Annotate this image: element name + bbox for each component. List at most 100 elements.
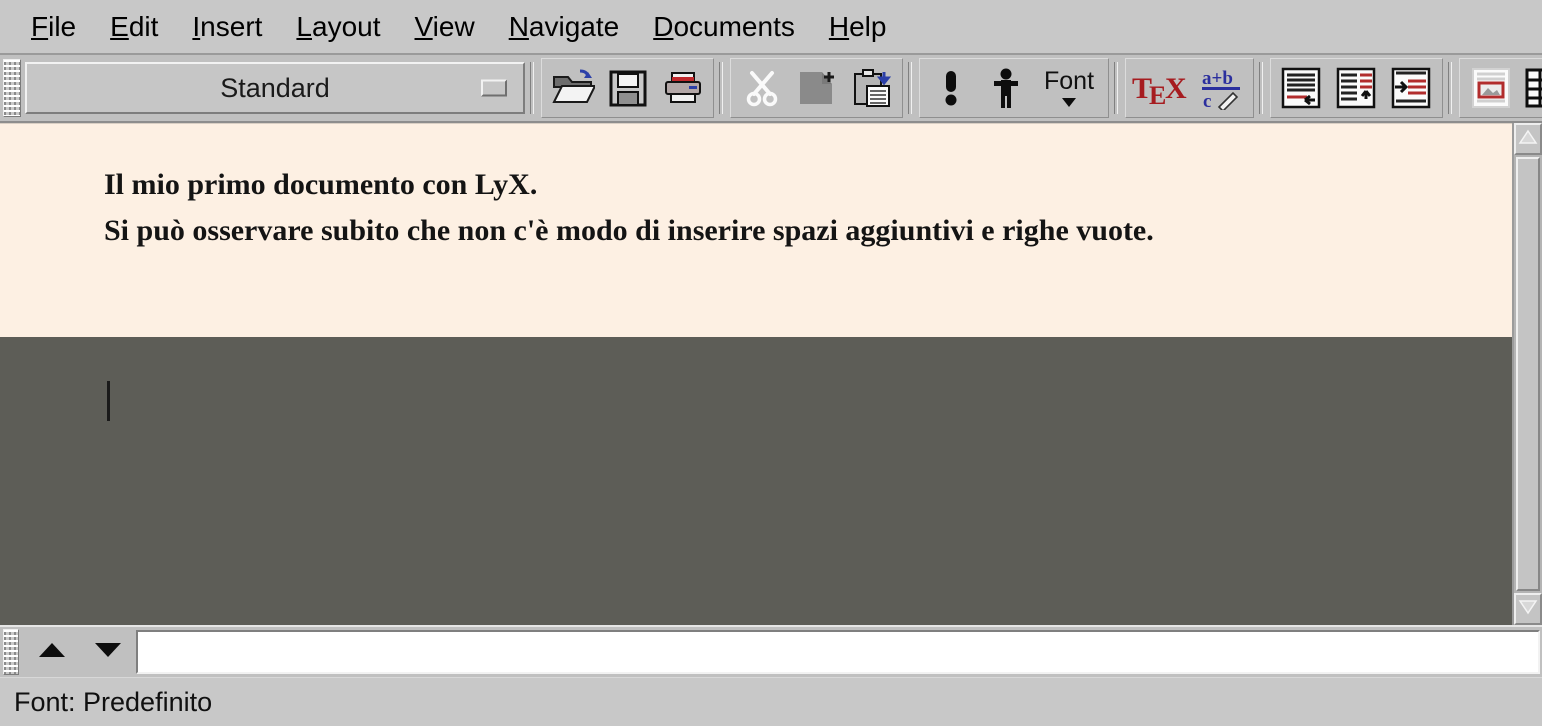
svg-text:a+b: a+b (1202, 68, 1233, 89)
thesaurus-button[interactable] (978, 62, 1033, 114)
math-formula-icon: a+b c (1199, 66, 1247, 110)
notes-group (1270, 58, 1443, 118)
footnote-button[interactable] (1274, 62, 1329, 114)
status-text: Font: Predefinito (14, 686, 213, 717)
open-document-button[interactable] (545, 62, 600, 114)
triangle-down-icon (1518, 599, 1538, 620)
menu-mnemonic: F (31, 10, 49, 42)
menu-item-file[interactable]: File (14, 11, 93, 43)
scroll-down-triangle-button[interactable] (80, 629, 136, 675)
minibuffer-input[interactable] (136, 630, 1540, 674)
menu-mnemonic: E (110, 10, 129, 42)
main-toolbar: Standard Font T E X a+b c (0, 55, 1542, 123)
margin-note-icon (1335, 67, 1379, 109)
menu-item-navigate[interactable]: Navigate (492, 11, 637, 43)
tools-group: Font (919, 58, 1109, 118)
document-canvas[interactable]: Il mio primo documento con LyX. Si può o… (0, 123, 1512, 625)
insert-graphics-icon (1470, 67, 1512, 109)
menu-label-rest: elp (849, 10, 887, 42)
menu-item-help[interactable]: Help (812, 11, 904, 43)
save-document-icon (608, 68, 648, 108)
toolbar-drag-handle[interactable] (3, 59, 21, 117)
menu-mnemonic: I (192, 10, 201, 42)
copy-button[interactable] (789, 62, 844, 114)
work-area: Il mio primo documento con LyX. Si può o… (0, 123, 1542, 625)
svg-text:X: X (1165, 72, 1187, 105)
menu-item-view[interactable]: View (398, 11, 492, 43)
minibuffer-drag-handle[interactable] (3, 629, 19, 675)
indent-list-icon (1390, 67, 1434, 109)
tex-mode-icon: T E X (1132, 68, 1192, 108)
insert-table-icon (1525, 68, 1542, 108)
scrollbar-thumb[interactable] (1516, 157, 1540, 591)
print-document-icon (662, 68, 704, 108)
spellcheck-button[interactable] (923, 62, 978, 114)
menu-label-rest: ocuments (673, 10, 795, 42)
menu-item-insert[interactable]: Insert (175, 11, 279, 43)
margin-note-button[interactable] (1329, 62, 1384, 114)
chevron-down-icon (481, 79, 507, 97)
text-cursor (107, 381, 110, 421)
copy-icon (796, 68, 838, 108)
minibuffer-toolbar (0, 625, 1542, 677)
triangle-up-icon (35, 639, 69, 666)
menu-item-edit[interactable]: Edit (93, 11, 175, 43)
layout-style-value: Standard (220, 72, 330, 103)
menu-mnemonic: D (653, 10, 674, 42)
toolbar-separator (1259, 62, 1263, 114)
clipboard-group (730, 58, 903, 118)
triangle-up-icon (1518, 129, 1538, 150)
math-formula-button[interactable]: a+b c (1195, 62, 1250, 114)
lyx-main-window: File Edit Insert Layout View Navigate Do… (0, 0, 1542, 726)
scroll-up-button[interactable] (1514, 123, 1542, 155)
print-document-button[interactable] (655, 62, 710, 114)
menu-mnemonic: N (508, 10, 529, 42)
spellcheck-icon (938, 67, 964, 109)
menu-label-rest: iew (432, 10, 475, 42)
vertical-scrollbar[interactable] (1512, 123, 1542, 625)
document-text[interactable]: Il mio primo documento con LyX. Si può o… (104, 162, 1482, 253)
objects-group (1459, 58, 1542, 118)
indent-list-button[interactable] (1384, 62, 1439, 114)
footnote-icon (1280, 67, 1324, 109)
menu-item-layout[interactable]: Layout (279, 11, 397, 43)
menu-mnemonic: V (414, 10, 433, 42)
menu-label-rest: ile (48, 10, 77, 42)
cut-button[interactable] (734, 62, 789, 114)
svg-text:E: E (1149, 81, 1166, 108)
scroll-up-triangle-button[interactable] (24, 629, 80, 675)
scroll-down-button[interactable] (1514, 593, 1542, 625)
scrollbar-track[interactable] (1514, 155, 1542, 593)
open-document-icon (551, 68, 595, 108)
font-button[interactable]: Font (1033, 62, 1105, 114)
status-bar: Font: Predefinito (0, 677, 1542, 726)
menu-item-documents[interactable]: Documents (636, 11, 812, 43)
cut-icon (742, 68, 782, 108)
insert-math-group: T E X a+b c (1125, 58, 1254, 118)
svg-text:c: c (1203, 91, 1211, 110)
file-group (541, 58, 714, 118)
menu-mnemonic: H (828, 10, 850, 42)
document-page[interactable]: Il mio primo documento con LyX. Si può o… (0, 123, 1512, 337)
insert-graphics-button[interactable] (1463, 62, 1518, 114)
toolbar-separator (1448, 62, 1452, 114)
tex-mode-button[interactable]: T E X (1129, 62, 1195, 114)
menu-label-rest: ayout (312, 10, 381, 42)
toolbar-separator (1114, 62, 1118, 114)
font-button-label: Font (1043, 66, 1095, 95)
insert-table-button[interactable] (1518, 62, 1542, 114)
menu-label-rest: dit (128, 10, 159, 42)
toolbar-separator (719, 62, 723, 114)
paste-icon (851, 68, 893, 108)
layout-style-combobox[interactable]: Standard (25, 62, 525, 114)
chevron-down-icon (1059, 96, 1079, 108)
menu-bar: File Edit Insert Layout View Navigate Do… (0, 0, 1542, 55)
paste-button[interactable] (844, 62, 899, 114)
toolbar-separator (530, 62, 534, 114)
toolbar-separator (908, 62, 912, 114)
menu-mnemonic: L (296, 10, 312, 42)
menu-label-rest: nsert (200, 10, 263, 42)
triangle-down-icon (91, 639, 125, 666)
menu-label-rest: avigate (528, 10, 620, 42)
save-document-button[interactable] (600, 62, 655, 114)
